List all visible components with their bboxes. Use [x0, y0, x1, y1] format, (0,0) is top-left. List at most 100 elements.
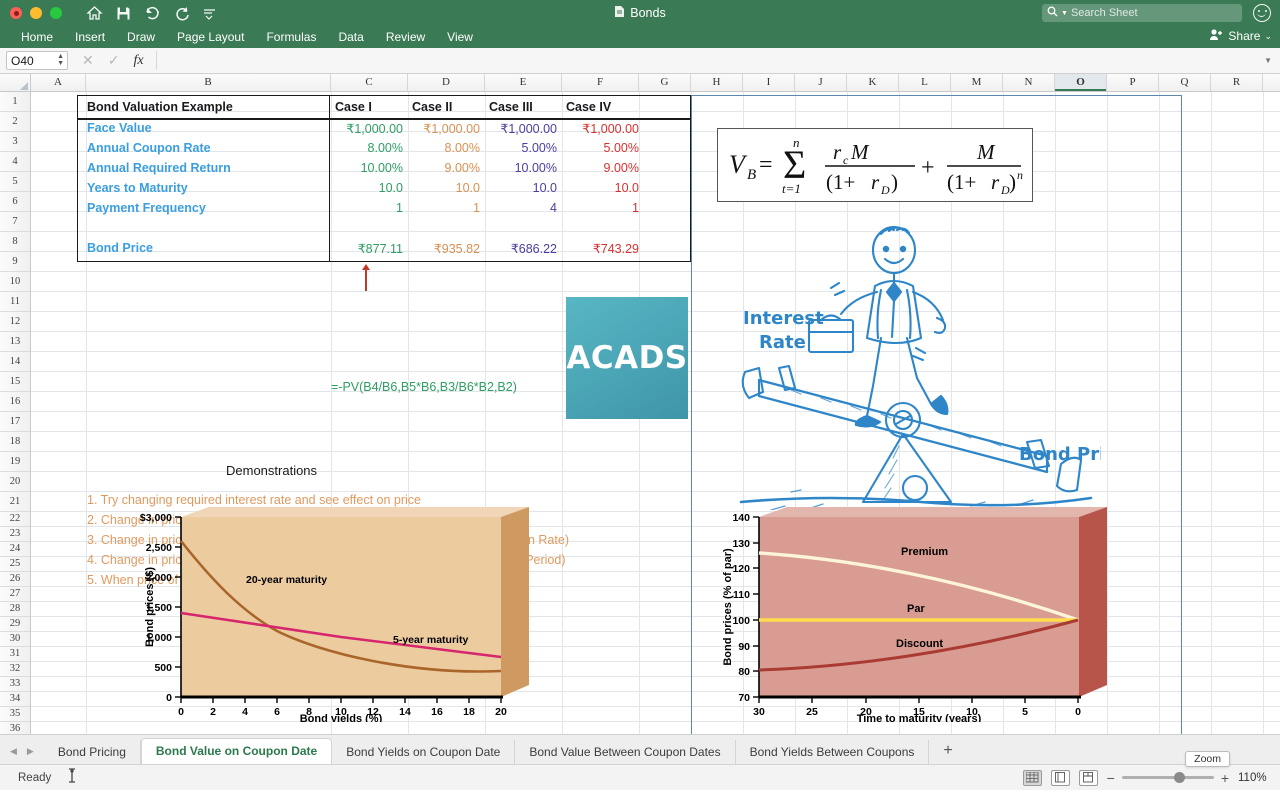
cell-required-return-case4[interactable]: 9.00%	[561, 158, 639, 178]
sheet-tab-bond-yields-between-coupons[interactable]: Bond Yields Between Coupons	[736, 740, 930, 764]
close-window-button[interactable]	[10, 7, 22, 19]
cell-required-return-case3[interactable]: 10.00%	[484, 158, 557, 178]
fx-icon[interactable]: fx	[133, 53, 143, 69]
sheet-tab-bond-value-between-coupon-dates[interactable]: Bond Value Between Coupon Dates	[515, 740, 736, 764]
cell-bond-price-case2[interactable]: ₹935.82	[407, 238, 480, 258]
row-header-16[interactable]: 16	[0, 392, 30, 412]
row-header-12[interactable]: 12	[0, 312, 30, 332]
zoom-in-button[interactable]: +	[1221, 770, 1229, 786]
column-header-G[interactable]: G	[639, 74, 691, 91]
cell-coupon-rate-case3[interactable]: 5.00%	[484, 138, 557, 158]
tab-home[interactable]: Home	[10, 30, 64, 44]
cell-face-value-case4[interactable]: ₹1,000.00	[561, 118, 639, 138]
minimize-window-button[interactable]	[30, 7, 42, 19]
row-header-19[interactable]: 19	[0, 452, 30, 472]
share-chevron-down-icon[interactable]: ⌄	[1264, 31, 1272, 42]
tab-review[interactable]: Review	[375, 30, 436, 44]
row-header-7[interactable]: 7	[0, 212, 30, 232]
row-header-28[interactable]: 28	[0, 602, 30, 617]
save-icon[interactable]	[116, 6, 131, 21]
formula-bar-expand-icon[interactable]: ▼	[1264, 56, 1272, 65]
add-sheet-button[interactable]: +	[929, 742, 966, 764]
name-box[interactable]: O40 ▲ ▼	[6, 51, 68, 70]
row-header-2[interactable]: 2	[0, 112, 30, 132]
column-header-M[interactable]: M	[951, 74, 1003, 91]
cell-payment-frequency-case3[interactable]: 4	[484, 198, 557, 218]
row-header-31[interactable]: 31	[0, 647, 30, 662]
name-box-stepper[interactable]: ▲ ▼	[57, 53, 64, 67]
row-header-4[interactable]: 4	[0, 152, 30, 172]
row-header-3[interactable]: 3	[0, 132, 30, 152]
column-header-A[interactable]: A	[31, 74, 86, 91]
row-header-27[interactable]: 27	[0, 587, 30, 602]
cell-bond-price-case4[interactable]: ₹743.29	[561, 238, 639, 258]
more-options-icon[interactable]	[203, 7, 216, 20]
column-header-C[interactable]: C	[331, 74, 408, 91]
column-header-I[interactable]: I	[743, 74, 795, 91]
zoom-out-button[interactable]: −	[1107, 770, 1115, 786]
cell-years-maturity-case1[interactable]: 10.0	[330, 178, 403, 198]
cell-bond-price-case1[interactable]: ₹877.11	[330, 238, 403, 258]
row-header-11[interactable]: 11	[0, 292, 30, 312]
row-header-13[interactable]: 13	[0, 332, 30, 352]
row-header-9[interactable]: 9	[0, 252, 30, 272]
tab-data[interactable]: Data	[327, 30, 374, 44]
select-all-corner[interactable]	[0, 74, 31, 91]
sheet-tab-bond-yields-on-coupon-date[interactable]: Bond Yields on Coupon Date	[332, 740, 516, 764]
cell-years-maturity-case2[interactable]: 10.0	[407, 178, 480, 198]
cancel-icon[interactable]: ✕	[82, 52, 94, 69]
row-header-36[interactable]: 36	[0, 722, 30, 734]
row-header-34[interactable]: 34	[0, 692, 30, 707]
cell-coupon-rate-case1[interactable]: 8.00%	[330, 138, 403, 158]
cell-payment-frequency-case1[interactable]: 1	[330, 198, 403, 218]
sheet-nav-arrows[interactable]: ◀ ▶	[6, 746, 44, 764]
cell-coupon-rate-case4[interactable]: 5.00%	[561, 138, 639, 158]
row-header-26[interactable]: 26	[0, 572, 30, 587]
search-input[interactable]	[1070, 7, 1237, 19]
column-header-J[interactable]: J	[795, 74, 847, 91]
zoom-slider[interactable]: − +	[1107, 770, 1229, 786]
row-header-29[interactable]: 29	[0, 617, 30, 632]
column-header-H[interactable]: H	[691, 74, 743, 91]
cell-face-value-case1[interactable]: ₹1,000.00	[330, 118, 403, 138]
row-header-35[interactable]: 35	[0, 707, 30, 722]
undo-icon[interactable]	[144, 6, 162, 21]
row-header-15[interactable]: 15	[0, 372, 30, 392]
zoom-track[interactable]	[1121, 772, 1214, 783]
cell-years-maturity-case3[interactable]: 10.0	[484, 178, 557, 198]
column-header-Q[interactable]: Q	[1159, 74, 1211, 91]
tab-page-layout[interactable]: Page Layout	[166, 30, 255, 44]
row-header-30[interactable]: 30	[0, 632, 30, 647]
cell-years-maturity-case4[interactable]: 10.0	[561, 178, 639, 198]
cell-required-return-case1[interactable]: 10.00%	[330, 158, 403, 178]
tab-insert[interactable]: Insert	[64, 30, 116, 44]
search-dropdown-icon[interactable]: ▼	[1061, 10, 1068, 17]
row-header-20[interactable]: 20	[0, 472, 30, 492]
column-header-F[interactable]: F	[562, 74, 639, 91]
row-header-32[interactable]: 32	[0, 662, 30, 677]
cell-face-value-case2[interactable]: ₹1,000.00	[407, 118, 480, 138]
row-header-17[interactable]: 17	[0, 412, 30, 432]
tab-formulas[interactable]: Formulas	[255, 30, 327, 44]
cell-coupon-rate-case2[interactable]: 8.00%	[407, 138, 480, 158]
tab-view[interactable]: View	[436, 30, 484, 44]
column-header-P[interactable]: P	[1107, 74, 1159, 91]
normal-view-button[interactable]	[1022, 769, 1042, 786]
cell-payment-frequency-case4[interactable]: 1	[561, 198, 639, 218]
column-header-N[interactable]: N	[1003, 74, 1055, 91]
search-sheet-box[interactable]: ▼	[1042, 4, 1242, 22]
row-header-6[interactable]: 6	[0, 192, 30, 212]
page-layout-view-button[interactable]	[1050, 769, 1070, 786]
row-header-10[interactable]: 10	[0, 272, 30, 292]
cell-required-return-case2[interactable]: 9.00%	[407, 158, 480, 178]
sheet-tab-bond-value-on-coupon-date[interactable]: Bond Value on Coupon Date	[140, 738, 333, 764]
row-header-22[interactable]: 22	[0, 512, 30, 527]
row-header-1[interactable]: 1	[0, 92, 30, 112]
maximize-window-button[interactable]	[50, 7, 62, 19]
column-header-D[interactable]: D	[408, 74, 485, 91]
column-header-O[interactable]: O	[1055, 74, 1107, 91]
next-sheet-icon[interactable]: ▶	[27, 746, 34, 757]
row-header-8[interactable]: 8	[0, 232, 30, 252]
row-header-21[interactable]: 21	[0, 492, 30, 512]
cell-face-value-case3[interactable]: ₹1,000.00	[484, 118, 557, 138]
